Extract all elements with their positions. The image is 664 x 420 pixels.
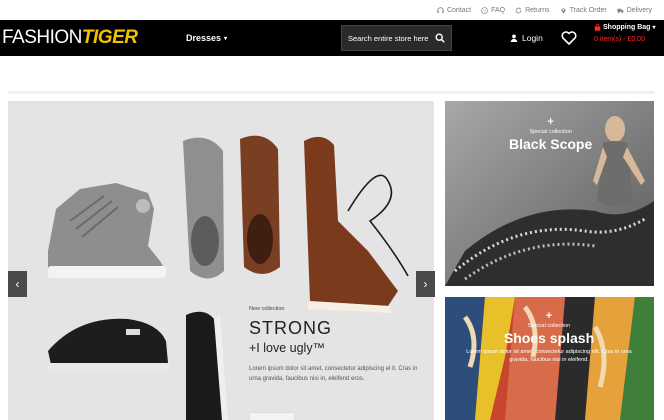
banner-black-scope-plus: + (547, 116, 554, 128)
banner-black-scope[interactable]: + Special collection Black Scope (445, 101, 654, 286)
returns-link[interactable]: Returns (515, 7, 550, 14)
banner-black-scope-title: Black Scope (509, 136, 593, 152)
shopping-bag[interactable]: Shopping Bag ▾ 0 item(s) - £0.00 (594, 24, 662, 43)
faq-label: FAQ (491, 6, 506, 14)
nav-dresses[interactable]: Dresses ▾ (186, 33, 227, 43)
logo-text-fashion: FASHION (2, 27, 82, 48)
banner-shoes-splash[interactable]: + Special collection Shoes splash Lorem … (445, 297, 654, 420)
search-icon (435, 33, 445, 43)
question-icon: ? (481, 6, 488, 14)
banner-shoes-splash-plus: + (545, 310, 553, 322)
track-order-label: Track Order (569, 6, 607, 14)
shopping-bag-count: 0 item(s) - £0.00 (594, 36, 645, 43)
hero-slider: New collection STRONG +I love ugly™ Lore… (8, 101, 434, 420)
banner-black-scope-subtitle: Special collection (529, 129, 572, 135)
banner-shoes-splash-text: + Special collection Shoes splash Lorem … (459, 311, 639, 364)
svg-text:?: ? (483, 8, 486, 13)
banner-black-scope-text: + Special collection Black Scope (509, 116, 593, 153)
caption-small-label: New collection (249, 306, 285, 312)
caption-button[interactable] (249, 412, 295, 420)
slider-caption: New collection STRONG +I love ugly™ Lore… (249, 306, 424, 420)
login-label: Login (522, 33, 543, 43)
contact-label: Contact (446, 6, 472, 14)
header-divider (8, 91, 654, 94)
nav-dresses-label: Dresses (186, 33, 222, 43)
delivery-label: Delivery (626, 6, 652, 14)
utility-bar: Contact ? FAQ Returns Track Order Delive… (0, 0, 664, 20)
track-order-link[interactable]: Track Order (560, 7, 607, 14)
returns-label: Returns (525, 6, 550, 14)
delivery-link[interactable]: Delivery (617, 7, 652, 14)
contact-link[interactable]: Contact (437, 7, 471, 14)
logo-text-tiger: TIGER (81, 27, 138, 48)
pin-icon (561, 7, 566, 14)
search-input[interactable] (342, 33, 428, 43)
wishlist-heart-icon[interactable] (561, 30, 577, 46)
caption-title: STRONG (249, 318, 333, 338)
banner-shoes-splash-desc: Lorem ipsum dolor sit amet, consectetur … (466, 349, 632, 363)
shopping-bag-title-row: Shopping Bag ▾ (594, 24, 662, 31)
slider-next-button[interactable]: › (416, 271, 435, 297)
bag-icon (594, 24, 601, 31)
page: Contact ? FAQ Returns Track Order Delive… (0, 0, 664, 420)
faq-link[interactable]: ? FAQ (481, 7, 505, 14)
truck-icon (617, 8, 624, 13)
login-link[interactable]: Login (510, 33, 543, 43)
banner-shoes-splash-subtitle: Special collection (527, 323, 571, 329)
search-box (341, 25, 452, 51)
logo[interactable]: FASHIONTIGER (2, 27, 138, 49)
chevron-down-icon: ▾ (224, 35, 228, 42)
chevron-down-icon: ▾ (652, 25, 656, 31)
headset-icon (437, 6, 444, 13)
shopping-bag-title: Shopping Bag (603, 24, 651, 31)
caption-text: Lorem ipsum dolor sit amet, consectetur … (249, 366, 418, 382)
caption-subtitle: +I love ugly™ (249, 341, 326, 355)
user-icon (510, 34, 518, 42)
slider-prev-button[interactable]: ‹ (8, 271, 27, 297)
search-button[interactable] (429, 26, 451, 50)
refresh-icon (515, 7, 522, 13)
main-header: FASHIONTIGER Dresses ▾ Login Shopping Ba… (0, 20, 664, 56)
banner-shoes-splash-title: Shoes splash (503, 330, 595, 346)
